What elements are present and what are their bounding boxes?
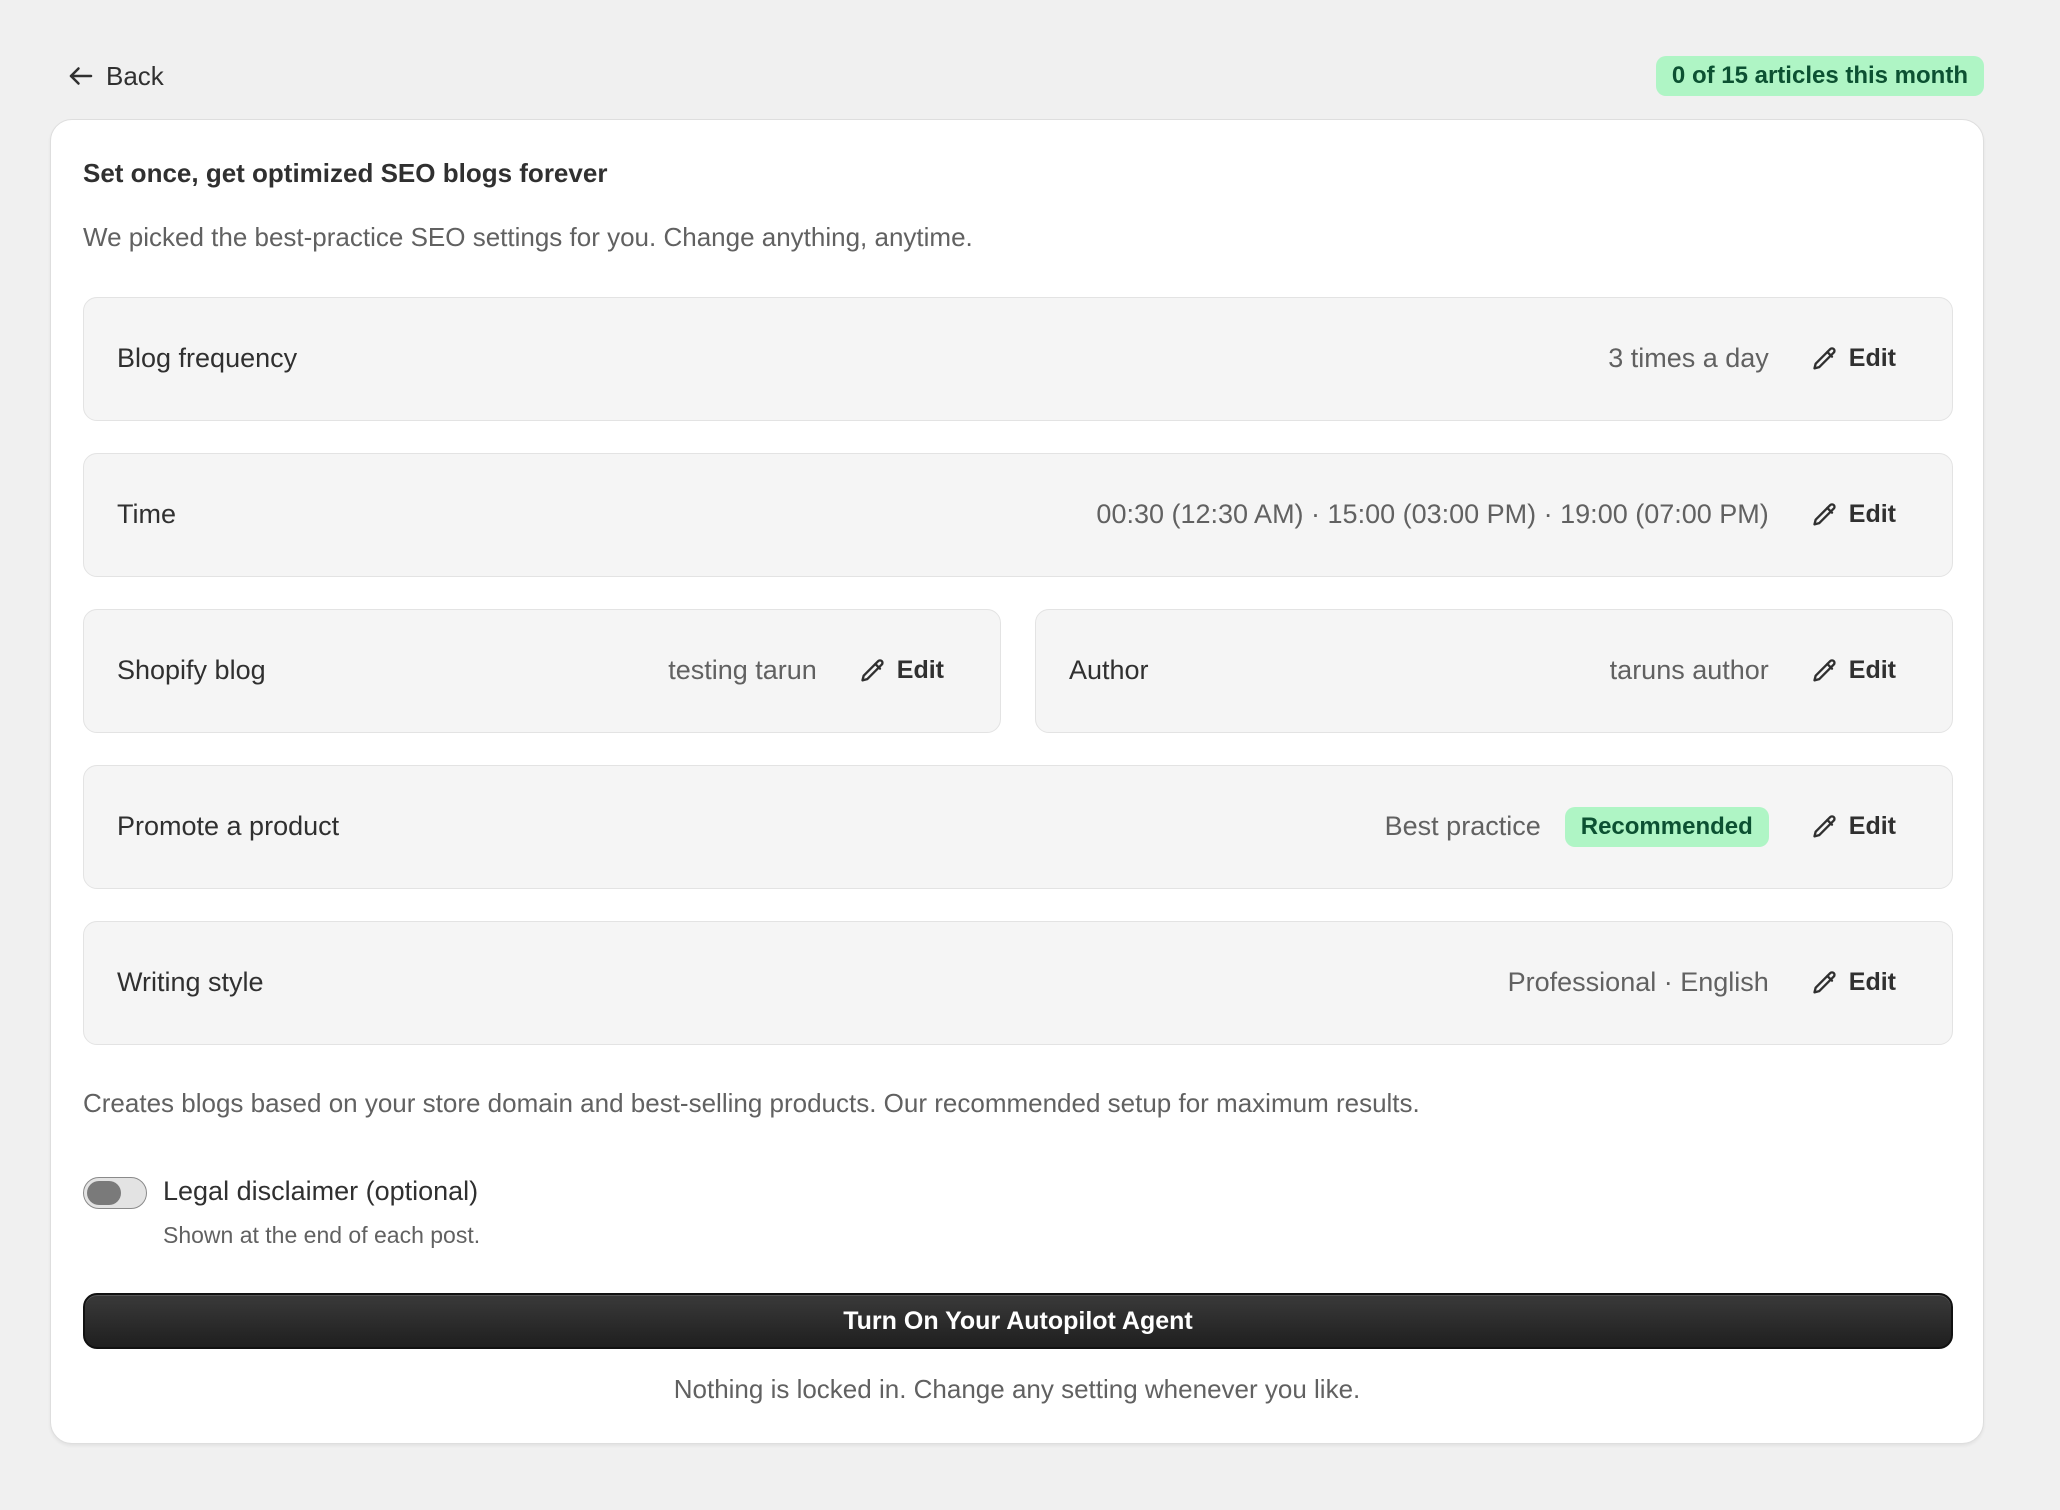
legal-disclaimer-toggle[interactable] — [83, 1177, 147, 1209]
edit-label: Edit — [1848, 968, 1896, 996]
setting-row-writing-style: Writing style Professional · English Edi… — [83, 921, 1953, 1045]
quota-badge: 0 of 15 articles this month — [1655, 56, 1984, 96]
toggle-knob — [87, 1181, 121, 1205]
settings-card: Set once, get optimized SEO blogs foreve… — [50, 119, 1984, 1444]
setting-value: 3 times a day — [1608, 343, 1769, 373]
legal-disclaimer-label: Legal disclaimer (optional) — [163, 1176, 479, 1206]
setup-note: Creates blogs based on your store domain… — [83, 1088, 1420, 1118]
setting-value: testing tarun — [668, 655, 817, 685]
pencil-icon — [1813, 346, 1836, 369]
pencil-icon — [1813, 970, 1836, 993]
arrow-left-icon — [69, 67, 93, 85]
setting-label: Time — [117, 499, 176, 529]
setting-value: Best practice — [1384, 811, 1541, 841]
setting-label: Writing style — [117, 967, 264, 997]
setting-value: 00:30 (12:30 AM) · 15:00 (03:00 PM) · 19… — [1096, 499, 1769, 529]
setting-row-blog-frequency: Blog frequency 3 times a day Edit — [83, 297, 1953, 421]
edit-shopify-blog-button[interactable]: Edit — [859, 656, 944, 685]
card-title: Set once, get optimized SEO blogs foreve… — [83, 158, 608, 188]
edit-label: Edit — [1848, 812, 1896, 840]
edit-label: Edit — [1848, 500, 1896, 528]
setting-row-time: Time 00:30 (12:30 AM) · 15:00 (03:00 PM)… — [83, 453, 1953, 577]
pencil-icon — [1813, 658, 1836, 681]
legal-disclaimer-help: Shown at the end of each post. — [163, 1222, 481, 1248]
edit-label: Edit — [1848, 656, 1896, 684]
pencil-icon — [1813, 502, 1836, 525]
recommended-badge: Recommended — [1564, 806, 1769, 847]
edit-promote-product-button[interactable]: Edit — [1811, 812, 1896, 841]
setting-row-author: Author taruns author Edit — [1035, 609, 1953, 733]
top-bar: Back 0 of 15 articles this month — [50, 54, 1984, 98]
edit-label: Edit — [896, 656, 944, 684]
setting-value: Professional · English — [1507, 967, 1769, 997]
edit-label: Edit — [1848, 344, 1896, 372]
edit-writing-style-button[interactable]: Edit — [1811, 968, 1896, 997]
setting-label: Blog frequency — [117, 343, 298, 373]
back-label: Back — [106, 60, 164, 91]
setting-row-promote-product: Promote a product Best practice Recommen… — [83, 765, 1953, 889]
setting-label: Shopify blog — [117, 655, 266, 685]
setting-row-shopify-blog: Shopify blog testing tarun Edit — [83, 609, 1001, 733]
pencil-icon — [861, 658, 884, 681]
setting-value: taruns author — [1609, 655, 1769, 685]
edit-time-button[interactable]: Edit — [1811, 500, 1896, 529]
setting-label: Promote a product — [117, 811, 340, 841]
turn-on-autopilot-button[interactable]: Turn On Your Autopilot Agent — [83, 1293, 1953, 1349]
back-button[interactable]: Back — [66, 54, 164, 98]
edit-blog-frequency-button[interactable]: Edit — [1811, 344, 1896, 373]
setting-label: Author — [1069, 655, 1149, 685]
edit-author-button[interactable]: Edit — [1811, 656, 1896, 685]
pencil-icon — [1813, 814, 1836, 837]
card-subtitle: We picked the best-practice SEO settings… — [83, 222, 973, 252]
footer-note: Nothing is locked in. Change any setting… — [673, 1374, 1361, 1404]
